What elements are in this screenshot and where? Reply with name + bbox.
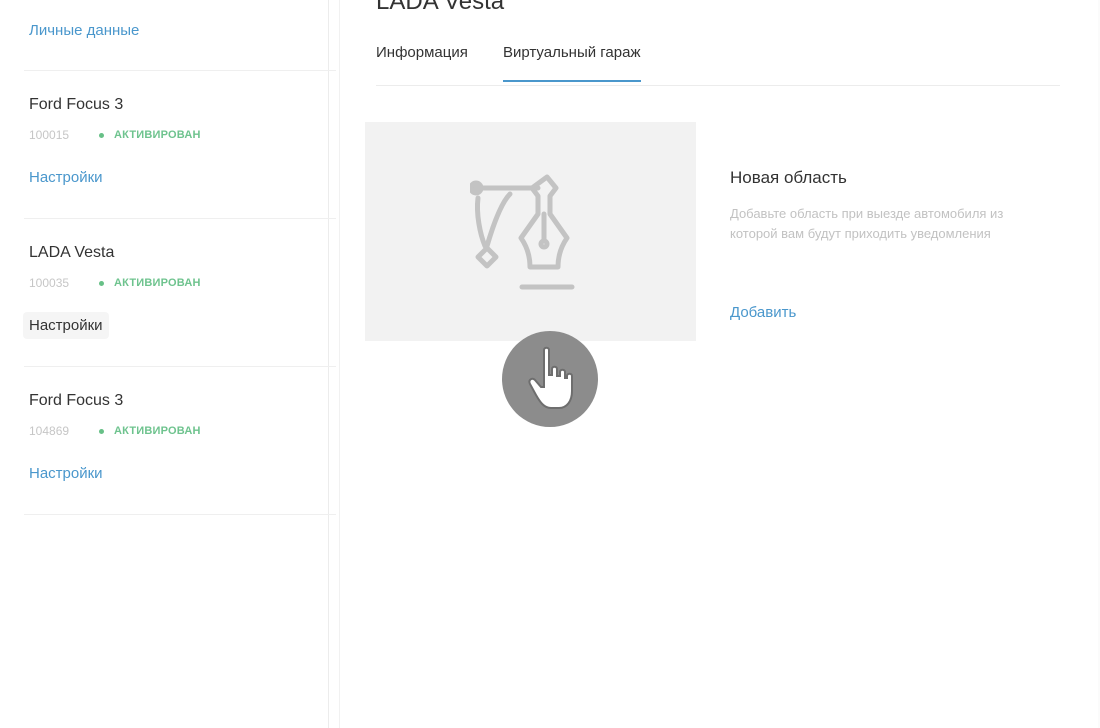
status-badge: АКТИВИРОВАН: [114, 425, 201, 437]
add-zone-link[interactable]: Добавить: [730, 304, 796, 321]
tab-information[interactable]: Информация: [376, 44, 468, 79]
car-name: Ford Focus 3: [29, 392, 124, 409]
zone-title: Новая область: [730, 168, 847, 187]
divider: [24, 70, 336, 71]
car-item: Ford Focus 3 104869 АКТИВИРОВАН Настройк…: [0, 392, 340, 540]
main-content: LADA Vesta Информация Виртуальный гараж: [376, 0, 1060, 728]
car-meta: 100015 АКТИВИРОВАН: [29, 128, 201, 142]
status-dot-icon: [99, 428, 104, 434]
car-id: 104869: [29, 424, 70, 438]
car-name: LADA Vesta: [29, 244, 115, 261]
status-dot-icon: [99, 132, 104, 138]
divider: [24, 366, 336, 367]
zone-description: Добавьте область при выезде автомобиля и…: [730, 206, 1004, 241]
tab-bar: Информация Виртуальный гараж: [376, 44, 1060, 86]
status-badge: АКТИВИРОВАН: [114, 129, 201, 141]
pen-tool-icon: [470, 174, 575, 290]
divider: [24, 514, 336, 515]
car-name: Ford Focus 3: [29, 96, 124, 113]
personal-data-link[interactable]: Личные данные: [29, 22, 139, 39]
status-dot-icon: [99, 280, 104, 286]
sidebar: Личные данные Ford Focus 3 100015 АКТИВИ…: [0, 0, 340, 728]
tab-virtual-garage[interactable]: Виртуальный гараж: [503, 44, 641, 82]
car-item: LADA Vesta 100035 АКТИВИРОВАН Настройки: [0, 244, 340, 392]
status-badge: АКТИВИРОВАН: [114, 277, 201, 289]
car-meta: 104869 АКТИВИРОВАН: [29, 424, 201, 438]
car-item: Ford Focus 3 100015 АКТИВИРОВАН Настройк…: [0, 96, 340, 244]
page-title: LADA Vesta: [376, 0, 505, 15]
car-settings-link[interactable]: Настройки: [23, 312, 109, 339]
car-meta: 100035 АКТИВИРОВАН: [29, 276, 201, 290]
hand-pointer-icon: [528, 346, 573, 409]
zone-info: Новая область Добавьте область при выезд…: [730, 168, 1020, 244]
car-settings-link[interactable]: Настройки: [23, 460, 109, 487]
zone-image-placeholder: [365, 122, 696, 341]
car-id: 100035: [29, 276, 70, 290]
cursor-indicator: [502, 331, 598, 427]
car-id: 100015: [29, 128, 70, 142]
divider: [24, 218, 336, 219]
car-settings-link[interactable]: Настройки: [23, 164, 109, 191]
